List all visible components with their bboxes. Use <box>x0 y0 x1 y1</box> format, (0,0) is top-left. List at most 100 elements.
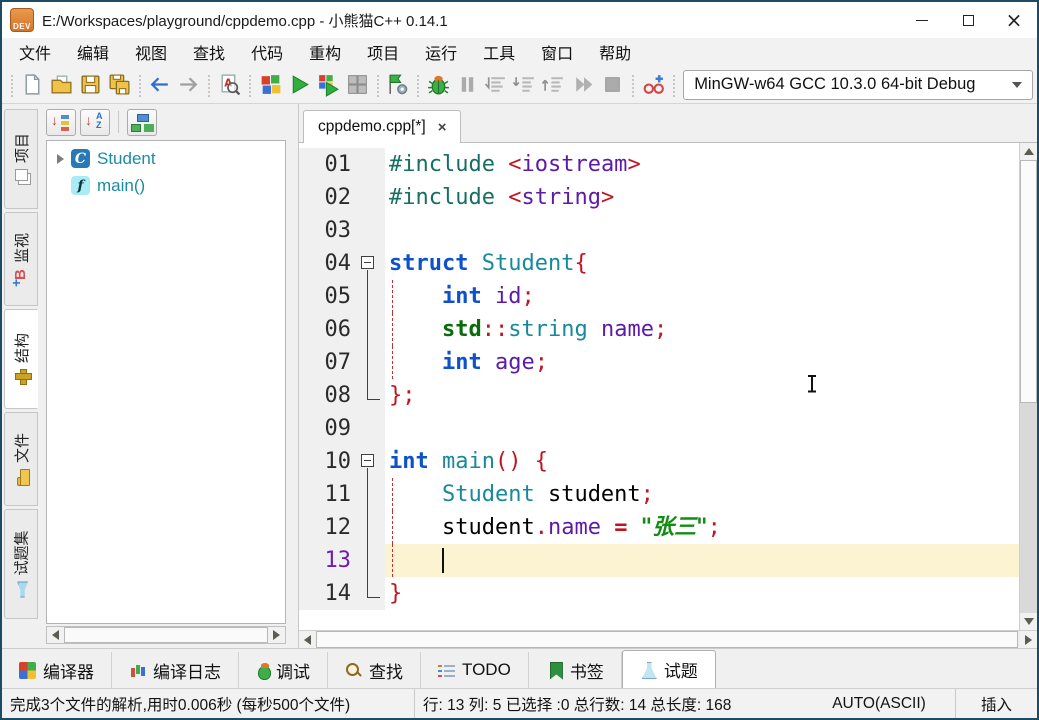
side-tab-problem-set[interactable]: 试题集 <box>4 509 38 619</box>
minimize-button[interactable] <box>899 2 945 38</box>
menu-item[interactable]: 视图 <box>122 37 180 67</box>
code-line[interactable]: 04struct Student{ <box>299 247 1019 280</box>
back-button[interactable] <box>145 69 174 101</box>
side-tab-files[interactable]: 文件 <box>4 412 38 506</box>
code-line[interactable]: 10int main() { <box>299 445 1019 478</box>
menu-item[interactable]: 窗口 <box>528 37 586 67</box>
scroll-track[interactable] <box>1020 160 1037 613</box>
bottom-tab-debug[interactable]: 调试 <box>239 652 328 688</box>
toolbar-grip[interactable] <box>671 73 677 97</box>
menu-item[interactable]: 编辑 <box>64 37 122 67</box>
fold-gutter[interactable] <box>357 247 385 280</box>
scroll-track[interactable] <box>64 627 268 643</box>
code-line[interactable]: 07 int age; <box>299 346 1019 379</box>
toolbar-grip[interactable] <box>137 73 143 97</box>
step-over-button[interactable] <box>482 69 511 101</box>
toolbar-grip[interactable] <box>206 73 212 97</box>
code-line[interactable]: 13 <box>299 544 1019 577</box>
menu-item[interactable]: 查找 <box>180 37 238 67</box>
code-line[interactable]: 01#include <iostream> <box>299 148 1019 181</box>
menu-item[interactable]: 文件 <box>6 37 64 67</box>
forward-button[interactable] <box>174 69 203 101</box>
sort-alphabetically-button[interactable] <box>80 109 110 136</box>
toolbar-grip[interactable] <box>375 73 381 97</box>
code-line[interactable]: 06 std::string name; <box>299 313 1019 346</box>
fold-collapse-icon[interactable] <box>361 454 374 467</box>
check-syntax-button[interactable]: A <box>215 69 244 101</box>
scroll-track[interactable] <box>316 631 1020 648</box>
bottom-tab-compile-log[interactable]: 编译日志 <box>112 652 239 688</box>
fold-gutter[interactable] <box>357 445 385 478</box>
code-line[interactable]: 05 int id; <box>299 280 1019 313</box>
editor-tab-cppdemo[interactable]: cppdemo.cpp[*] × <box>303 110 461 143</box>
compiler-set-dropdown[interactable]: MinGW-w64 GCC 10.3.0 64-bit Debug <box>683 70 1033 100</box>
menu-item[interactable]: 工具 <box>470 37 528 67</box>
new-file-button[interactable] <box>18 69 47 101</box>
open-file-button[interactable] <box>47 69 76 101</box>
side-tab-watch[interactable]: 监视 <box>4 212 38 306</box>
menu-item[interactable]: 代码 <box>238 37 296 67</box>
scroll-left-button[interactable] <box>299 631 316 648</box>
scroll-right-button[interactable] <box>1020 631 1037 648</box>
debug-button[interactable] <box>424 69 453 101</box>
scroll-handle[interactable] <box>316 631 1018 648</box>
compiler-options-button[interactable] <box>383 69 412 101</box>
toolbar-grip[interactable] <box>9 73 15 97</box>
scroll-handle[interactable] <box>64 627 268 643</box>
expander-icon[interactable] <box>57 154 71 164</box>
watch-icon <box>13 270 29 286</box>
bottom-tab-todo[interactable]: TODO <box>421 652 529 688</box>
toolbar-grip[interactable] <box>630 73 636 97</box>
save-button[interactable] <box>76 69 105 101</box>
code-editor[interactable]: 01#include <iostream>02#include <string>… <box>299 143 1019 630</box>
rebuild-all-button[interactable] <box>343 69 372 101</box>
menu-item[interactable]: 帮助 <box>586 37 644 67</box>
scroll-right-button[interactable] <box>268 627 285 643</box>
close-button[interactable]: × <box>991 2 1037 38</box>
code-line[interactable]: 09 <box>299 412 1019 445</box>
code-line[interactable]: 11 Student student; <box>299 478 1019 511</box>
bottom-tab-problem[interactable]: 试题 <box>622 650 716 688</box>
toolbar-grip[interactable] <box>415 73 421 97</box>
side-tab-structure[interactable]: 结构 <box>4 309 38 409</box>
code-line[interactable]: 14} <box>299 577 1019 610</box>
code-line[interactable]: 08}; <box>299 379 1019 412</box>
continue-button[interactable] <box>569 69 598 101</box>
tree-item-student[interactable]: CStudent <box>47 145 285 172</box>
editor-hscrollbar[interactable] <box>299 630 1037 648</box>
scroll-up-button[interactable] <box>1020 143 1037 160</box>
tree-item-main[interactable]: fmain() <box>47 172 285 199</box>
fold-collapse-icon[interactable] <box>361 256 374 269</box>
side-tab-project[interactable]: 项目 <box>4 109 38 209</box>
code-line[interactable]: 12 student.name = "张三"; <box>299 511 1019 544</box>
step-into-button[interactable] <box>511 69 540 101</box>
menu-item[interactable]: 运行 <box>412 37 470 67</box>
code-text: int main() { <box>385 445 1019 478</box>
maximize-button[interactable] <box>945 2 991 38</box>
toolbar-grip[interactable] <box>247 73 253 97</box>
stop-icon <box>600 72 625 97</box>
code-line[interactable]: 03 <box>299 214 1019 247</box>
tab-close-icon[interactable]: × <box>438 119 447 136</box>
scroll-down-button[interactable] <box>1020 613 1037 630</box>
bottom-tab-bookmarks[interactable]: 书签 <box>529 652 622 688</box>
run-button[interactable] <box>285 69 314 101</box>
scroll-handle[interactable] <box>1020 160 1037 403</box>
editor-vscrollbar[interactable] <box>1019 143 1037 630</box>
sort-by-type-button[interactable] <box>46 109 76 136</box>
stop-button[interactable] <box>598 69 627 101</box>
save-all-button[interactable] <box>105 69 134 101</box>
add-watch-button[interactable] <box>639 69 668 101</box>
compile-run-button[interactable] <box>314 69 343 101</box>
structure-hscrollbar[interactable] <box>46 626 286 644</box>
show-inherited-button[interactable] <box>127 109 157 136</box>
scroll-left-button[interactable] <box>47 627 64 643</box>
compile-button[interactable] <box>256 69 285 101</box>
bottom-tab-compiler[interactable]: 编译器 <box>2 652 112 688</box>
menu-item[interactable]: 重构 <box>296 37 354 67</box>
code-line[interactable]: 02#include <string> <box>299 181 1019 214</box>
bottom-tab-find[interactable]: 查找 <box>328 652 421 688</box>
menu-item[interactable]: 项目 <box>354 37 412 67</box>
step-out-button[interactable] <box>540 69 569 101</box>
pause-button[interactable] <box>453 69 482 101</box>
